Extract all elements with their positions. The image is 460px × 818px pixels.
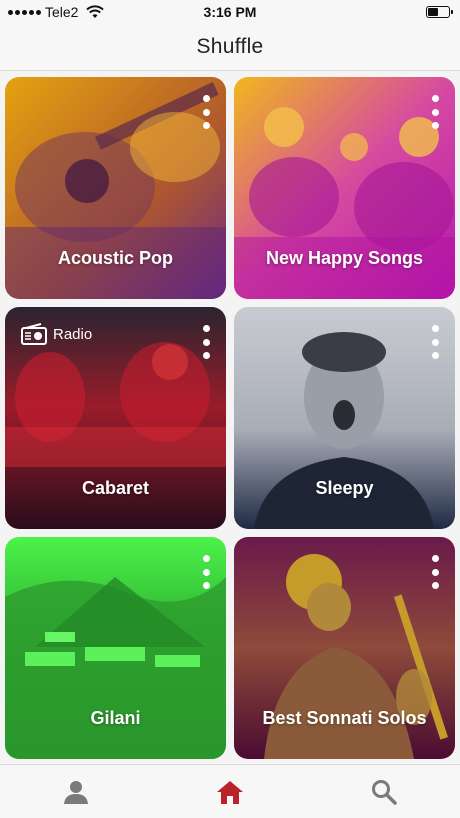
status-bar: Tele2 3:16 PM: [0, 0, 460, 24]
page-title: Shuffle: [196, 35, 264, 58]
search-icon: [372, 780, 397, 805]
tab-search[interactable]: [369, 777, 399, 807]
playlist-card-gilani[interactable]: Gilani: [5, 537, 226, 759]
playlist-card-best-sonnati-solos[interactable]: Best Sonnati Solos: [234, 537, 455, 759]
playlist-title: Acoustic Pop: [57, 248, 173, 268]
playlist-card-acoustic-pop[interactable]: Acoustic Pop: [5, 77, 226, 299]
battery-icon: [426, 6, 453, 18]
radio-badge: Radio: [21, 323, 92, 345]
more-options-icon[interactable]: [429, 95, 441, 129]
app-header: Shuffle: [0, 24, 460, 71]
bottom-tab-bar: [0, 764, 460, 818]
more-options-icon[interactable]: [200, 95, 212, 129]
more-options-icon[interactable]: [200, 325, 212, 359]
tab-home[interactable]: [215, 777, 245, 807]
person-icon: [64, 781, 88, 804]
more-options-icon[interactable]: [200, 555, 212, 589]
playlist-title: New Happy Songs: [265, 248, 424, 268]
playlist-title: Gilani: [90, 708, 141, 728]
playlist-title: Sleepy: [315, 478, 374, 498]
playlist-card-new-happy-songs[interactable]: New Happy Songs: [234, 77, 455, 299]
playlist-card-sleepy[interactable]: Sleepy: [234, 307, 455, 529]
more-options-icon[interactable]: [429, 325, 441, 359]
radio-label: Radio: [53, 325, 93, 343]
radio-icon: [21, 323, 47, 345]
tab-profile[interactable]: [61, 777, 91, 807]
more-options-icon[interactable]: [429, 555, 441, 589]
playlist-title: Best Sonnati Solos: [262, 708, 427, 728]
home-icon: [217, 781, 243, 804]
playlist-title: Cabaret: [81, 478, 150, 498]
status-time: 3:16 PM: [203, 4, 257, 20]
playlist-card-cabaret[interactable]: Radio Cabaret: [5, 307, 226, 529]
